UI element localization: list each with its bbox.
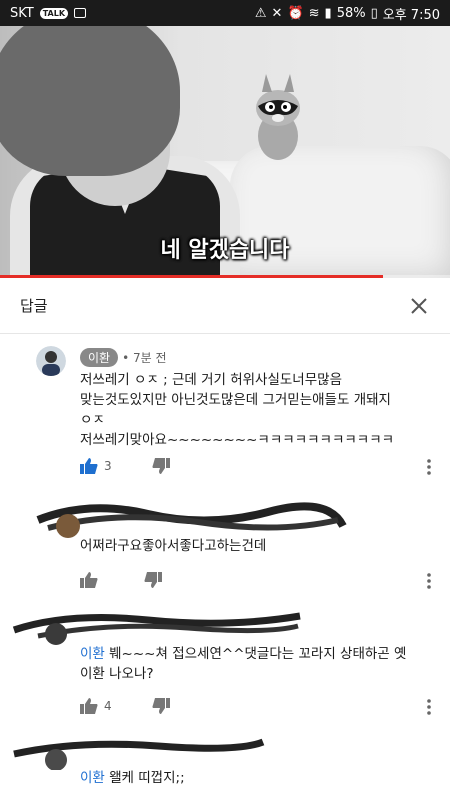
comment-author[interactable]: 이환 xyxy=(80,348,119,367)
mention-link[interactable]: 이환 xyxy=(80,770,105,786)
comment-item: 이환 붸~~~쳐 접으세연^^댓글다는 꼬라지 상태하곤 옛 이환 나오나? 4 xyxy=(0,608,450,726)
replies-header: 답글 xyxy=(0,278,450,334)
replies-title: 답글 xyxy=(20,297,48,315)
more-options-icon[interactable] xyxy=(426,572,432,590)
more-options-icon[interactable] xyxy=(426,458,432,476)
person-hair xyxy=(0,26,180,176)
video-subtitle: 네 알겠습니다 xyxy=(160,238,290,263)
redaction-scribble xyxy=(36,502,347,538)
comment-time: • 7분 전 xyxy=(122,351,167,365)
talk-icon: TALK xyxy=(39,7,69,19)
dislike-icon[interactable] xyxy=(152,698,170,714)
clock-label: 오후 7:50 xyxy=(382,7,440,23)
comment-meta: 이환 • 7분 전 xyxy=(80,348,167,367)
comment-item: 어쩌라구요좋아서좋다고하는건데 xyxy=(0,496,450,601)
comment-text: 이환 왤케 띠껍지;; xyxy=(80,768,430,788)
dislike-icon[interactable] xyxy=(144,572,162,588)
status-bar: SKT TALK ⚠ ✕ ⏰ ≋ ▮ 58% ▯ 오후 7:50 xyxy=(0,0,450,26)
video-player[interactable]: 네 알겠습니다 xyxy=(0,26,450,278)
like-icon[interactable] xyxy=(80,698,98,714)
notification-icon: ⚠ xyxy=(254,5,267,21)
like-count: 3 xyxy=(104,459,112,473)
more-options-icon[interactable] xyxy=(426,698,432,716)
redaction-scribble xyxy=(13,738,265,770)
dislike-icon[interactable] xyxy=(152,458,170,474)
battery-icon: ▯ xyxy=(370,5,378,21)
like-icon[interactable] xyxy=(80,572,98,588)
redaction-scribble xyxy=(12,612,301,645)
mute-icon: ✕ xyxy=(271,5,283,21)
avatar[interactable] xyxy=(36,346,66,376)
comment-text: 저쓰레기 ㅇㅈ ; 근데 거기 허위사실도너무많음 맞는것도있지만 아닌것도많은… xyxy=(80,372,395,448)
alarm-icon: ⏰ xyxy=(287,5,304,21)
mention-link[interactable]: 이환 xyxy=(80,646,105,662)
like-icon[interactable] xyxy=(80,458,98,474)
wifi-icon: ≋ xyxy=(308,5,320,21)
carrier-label: SKT xyxy=(10,5,34,21)
comment-actions xyxy=(80,572,162,588)
comment-item: 이환 왤케 띠껍지;; xyxy=(0,734,450,800)
comment-body: 붸~~~쳐 접으세연^^댓글다는 꼬라지 상태하곤 옛 이환 나오나? xyxy=(80,646,407,682)
comment-text: 이환 붸~~~쳐 접으세연^^댓글다는 꼬라지 상태하곤 옛 이환 나오나? xyxy=(80,644,430,684)
comment-actions: 4 xyxy=(80,698,170,714)
comment-text: 어쩌라구요좋아서좋다고하는건데 xyxy=(80,538,267,554)
comment-actions: 3 xyxy=(80,458,170,474)
battery-label: 58% xyxy=(336,5,366,21)
comment-item: 이환 • 7분 전 저쓰레기 ㅇㅈ ; 근데 거기 허위사실도너무많음 맞는것도… xyxy=(0,334,450,484)
plush-toy xyxy=(256,74,300,160)
comment-body: 왤케 띠껍지;; xyxy=(104,770,185,786)
like-count: 4 xyxy=(104,699,112,713)
signal-icon: ▮ xyxy=(324,5,332,21)
gallery-icon xyxy=(74,8,87,18)
close-icon[interactable] xyxy=(408,295,430,317)
